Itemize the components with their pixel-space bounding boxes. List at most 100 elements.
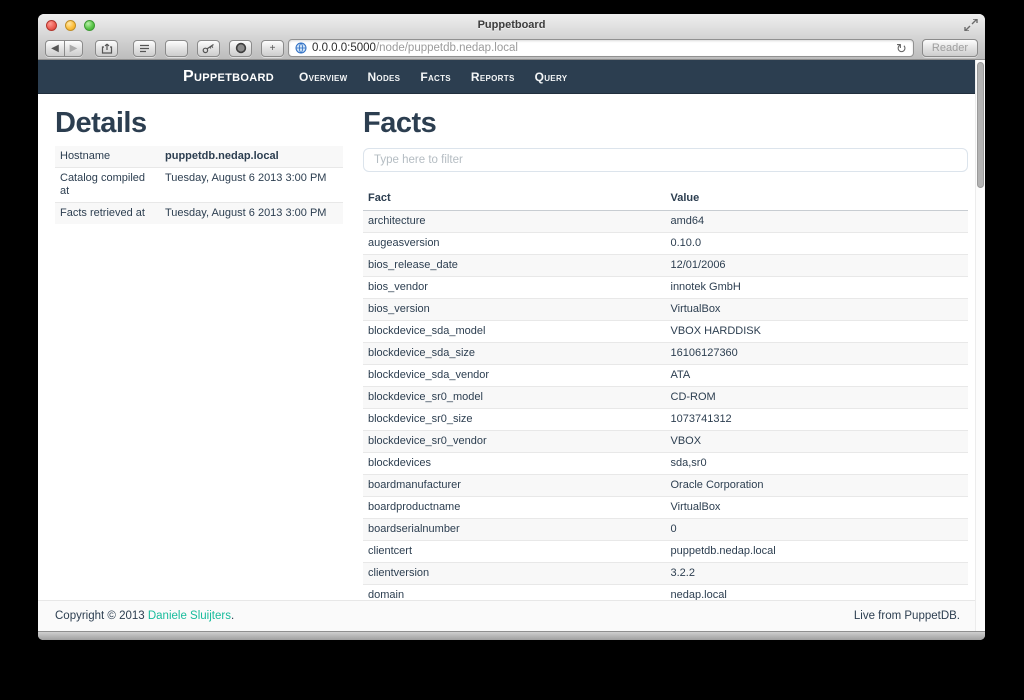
fact-name: blockdevice_sr0_model — [363, 387, 666, 409]
fact-row: blockdevice_sr0_size1073741312 — [363, 409, 968, 431]
share-button[interactable] — [95, 40, 118, 57]
fact-value: CD-ROM — [666, 387, 969, 409]
author-link[interactable]: Daniele Sluijters — [148, 610, 231, 622]
forward-button[interactable]: ▶ — [64, 40, 83, 57]
navbar-brand[interactable]: Puppetboard — [183, 68, 274, 86]
zoom-window-button[interactable] — [84, 20, 95, 31]
browser-toolbar: ◀ ▶ — [38, 36, 985, 60]
fact-value: 3.2.2 — [666, 563, 969, 585]
facts-title: Facts — [363, 107, 968, 140]
window-controls — [46, 20, 95, 31]
reading-list-icon — [139, 44, 150, 53]
reader-button[interactable]: Reader — [922, 39, 978, 57]
fact-name: blockdevice_sda_vendor — [363, 365, 666, 387]
circle-badge-icon — [235, 42, 247, 54]
details-value: puppetdb.nedap.local — [160, 146, 343, 168]
fact-name: clientcert — [363, 541, 666, 563]
fact-name: blockdevice_sda_size — [363, 343, 666, 365]
details-label: Facts retrieved at — [55, 203, 160, 225]
details-row: Catalog compiled atTuesday, August 6 201… — [55, 168, 343, 203]
fact-row: domainnedap.local — [363, 585, 968, 601]
puppetboard-page: Puppetboard Overview Nodes Facts Reports Que… — [38, 60, 975, 631]
fact-name: bios_release_date — [363, 255, 666, 277]
nav-item-nodes[interactable]: Nodes — [367, 70, 400, 84]
fact-value: sda,sr0 — [666, 453, 969, 475]
fact-row: blockdevice_sr0_vendorVBOX — [363, 431, 968, 453]
close-window-button[interactable] — [46, 20, 57, 31]
address-bar[interactable]: 0.0.0.0:5000/node/puppetdb.nedap.local ↻ — [288, 39, 914, 57]
browser-window: Puppetboard ◀ ▶ — [38, 14, 985, 640]
details-label: Catalog compiled at — [55, 168, 160, 203]
page-viewport: Puppetboard Overview Nodes Facts Reports Que… — [38, 60, 985, 631]
fact-row: blockdevicessda,sr0 — [363, 453, 968, 475]
extension-blank-button[interactable] — [165, 40, 188, 57]
fact-name: augeasversion — [363, 233, 666, 255]
app-navbar: Puppetboard Overview Nodes Facts Reports Que… — [38, 60, 975, 94]
fact-row: clientversion3.2.2 — [363, 563, 968, 585]
reading-list-button[interactable] — [133, 40, 156, 57]
details-row: Facts retrieved atTuesday, August 6 2013… — [55, 203, 343, 225]
fact-name: blockdevice_sr0_size — [363, 409, 666, 431]
fact-value: Oracle Corporation — [666, 475, 969, 497]
fullscreen-icon[interactable] — [964, 19, 978, 31]
fact-row: architectureamd64 — [363, 211, 968, 233]
fact-name: blockdevices — [363, 453, 666, 475]
fact-row: bios_vendorinnotek GmbH — [363, 277, 968, 299]
details-label: Hostname — [55, 146, 160, 168]
fact-value: 12/01/2006 — [666, 255, 969, 277]
details-table: Hostnamepuppetdb.nedap.localCatalog comp… — [55, 146, 343, 224]
globe-icon — [295, 42, 307, 54]
fact-row: boardmanufacturerOracle Corporation — [363, 475, 968, 497]
window-title: Puppetboard — [38, 14, 985, 36]
facts-table-body: architectureamd64augeasversion0.10.0bios… — [363, 211, 968, 601]
password-extension-button[interactable] — [197, 40, 220, 57]
history-buttons: ◀ ▶ — [45, 40, 83, 57]
facts-filter-input[interactable] — [363, 148, 968, 172]
fact-name: boardmanufacturer — [363, 475, 666, 497]
fact-row: blockdevice_sda_modelVBOX HARDDISK — [363, 321, 968, 343]
fact-value: innotek GmbH — [666, 277, 969, 299]
fact-value: ATA — [666, 365, 969, 387]
facts-section: Facts FactValue architectureamd64augeasv… — [363, 94, 968, 600]
blocker-extension-button[interactable] — [229, 40, 252, 57]
share-icon — [101, 43, 113, 54]
fact-value: amd64 — [666, 211, 969, 233]
details-section: Details Hostnamepuppetdb.nedap.localCata… — [55, 94, 343, 600]
fact-value: 0.10.0 — [666, 233, 969, 255]
facts-col-header-fact: Fact — [363, 188, 666, 211]
scrollbar-track[interactable] — [975, 60, 985, 631]
scrollbar-thumb[interactable] — [977, 62, 984, 188]
main-content: Details Hostnamepuppetdb.nedap.localCata… — [38, 94, 975, 600]
live-from-puppetdb-text: Live from PuppetDB. — [854, 610, 960, 622]
details-row: Hostnamepuppetdb.nedap.local — [55, 146, 343, 168]
facts-table-head-row: FactValue — [363, 188, 968, 211]
fact-row: augeasversion0.10.0 — [363, 233, 968, 255]
fact-value: 16106127360 — [666, 343, 969, 365]
back-button[interactable]: ◀ — [45, 40, 64, 57]
nav-item-overview[interactable]: Overview — [299, 70, 347, 84]
fact-name: bios_version — [363, 299, 666, 321]
minimize-window-button[interactable] — [65, 20, 76, 31]
nav-item-query[interactable]: Query — [535, 70, 568, 84]
url-path: /node/puppetdb.nedap.local — [376, 42, 518, 54]
desktop-background: Puppetboard ◀ ▶ — [0, 0, 1024, 700]
fact-row: blockdevice_sda_vendorATA — [363, 365, 968, 387]
facts-table: FactValue architectureamd64augeasversion… — [363, 188, 968, 600]
new-tab-button[interactable]: + — [261, 40, 284, 57]
browser-chrome: Puppetboard ◀ ▶ — [38, 14, 985, 60]
details-title: Details — [55, 107, 343, 140]
fact-value: VirtualBox — [666, 299, 969, 321]
fact-value: VirtualBox — [666, 497, 969, 519]
reload-button[interactable]: ↻ — [896, 42, 907, 55]
fact-name: boardproductname — [363, 497, 666, 519]
nav-item-facts[interactable]: Facts — [420, 70, 451, 84]
fact-name: architecture — [363, 211, 666, 233]
fact-name: boardserialnumber — [363, 519, 666, 541]
fact-row: bios_release_date12/01/2006 — [363, 255, 968, 277]
nav-item-reports[interactable]: Reports — [471, 70, 515, 84]
fact-row: blockdevice_sr0_modelCD-ROM — [363, 387, 968, 409]
browser-titlebar[interactable]: Puppetboard — [38, 14, 985, 36]
fact-row: boardserialnumber0 — [363, 519, 968, 541]
details-value: Tuesday, August 6 2013 3:00 PM — [160, 168, 343, 203]
details-value: Tuesday, August 6 2013 3:00 PM — [160, 203, 343, 225]
